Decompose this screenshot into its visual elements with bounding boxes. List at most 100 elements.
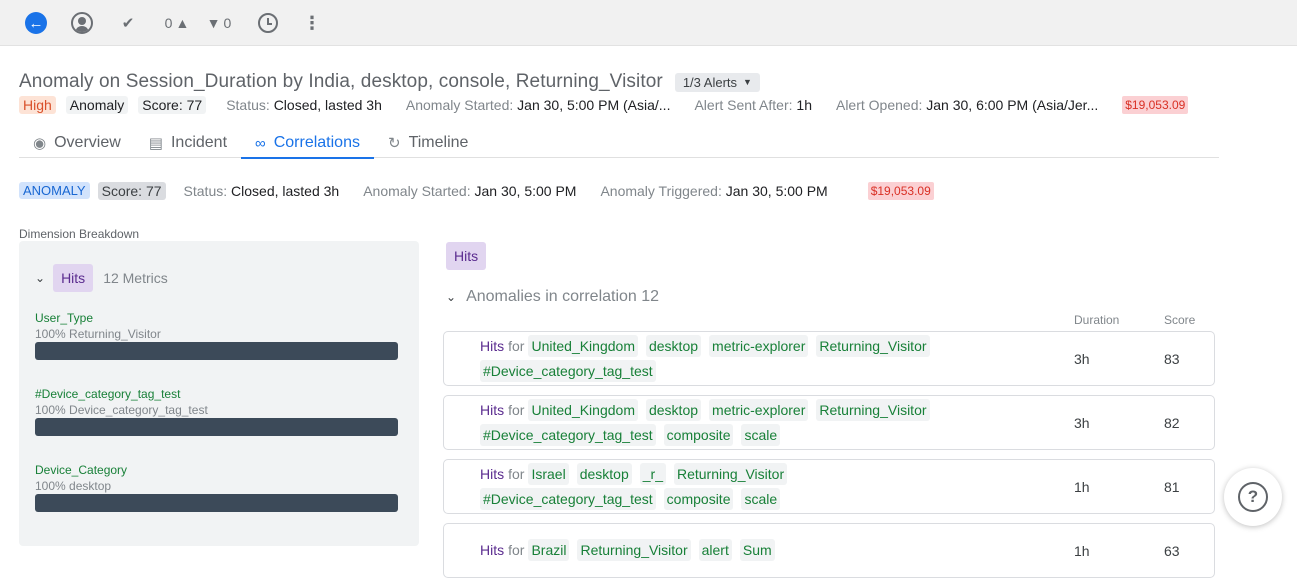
- correlations-header[interactable]: ⌄ Anomalies in correlation 12: [446, 288, 659, 306]
- dimension-name: Device_Category: [35, 463, 128, 477]
- started-label: Anomaly Started:: [405, 97, 514, 113]
- dimension-tag[interactable]: metric-explorer: [709, 399, 809, 421]
- correlation-row[interactable]: Hits for Israel desktop _r_ Returning_Visitor…: [443, 459, 1215, 514]
- dimension-item[interactable]: User_Type 100% Returning_Visitor: [35, 311, 398, 360]
- history-icon: ↻: [387, 135, 401, 152]
- dimension-tag[interactable]: desktop: [645, 399, 702, 421]
- dimension-tag[interactable]: Brazil: [528, 539, 570, 561]
- correlations-heading: Anomalies in correlation 12: [466, 288, 660, 305]
- correlation-tags: Hits for United_Kingdom desktop metric-explo…: [480, 335, 960, 382]
- assign-button[interactable]: ✔: [117, 11, 139, 35]
- severity-badge: High: [19, 96, 56, 114]
- dimension-tag[interactable]: desktop: [576, 463, 632, 485]
- top-toolbar: ← ✔ 0 ▲ ▼ 0 ⋮: [0, 0, 1297, 46]
- dimension-tag[interactable]: scale: [741, 424, 781, 446]
- tab-incident[interactable]: ▤ Incident: [135, 128, 241, 158]
- correlation-duration: 3h: [1074, 351, 1090, 367]
- alerts-dropdown[interactable]: 1/3 Alerts ▼: [674, 72, 760, 92]
- help-button[interactable]: ?: [1224, 468, 1282, 526]
- correlation-for-label: for: [508, 402, 525, 418]
- correlation-row[interactable]: Hits for United_Kingdom desktop metric-explo…: [443, 331, 1215, 386]
- opened-label: Alert Opened:: [835, 97, 923, 113]
- correlation-score: 83: [1164, 351, 1180, 367]
- dimension-tag[interactable]: _r_: [639, 463, 666, 485]
- sent-value: 1h: [796, 97, 812, 113]
- dimension-breakdown-title: Dimension Breakdown: [19, 227, 140, 241]
- link-icon: ∞: [255, 134, 266, 152]
- dimension-tag[interactable]: Returning_Visitor: [816, 335, 930, 357]
- dimension-tag[interactable]: desktop: [645, 335, 702, 357]
- tab-correlations[interactable]: ∞ Correlations: [241, 128, 374, 159]
- tab-bar: ◉ Overview ▤ Incident ∞ Correlations ↻ T…: [19, 128, 1219, 159]
- thumbs-up-icon: ▲: [175, 15, 190, 31]
- dimension-item[interactable]: Device_Category 100% desktop: [35, 463, 398, 512]
- owner-avatar-button[interactable]: [70, 11, 94, 35]
- dimension-value: 100% desktop: [35, 479, 112, 493]
- sub-triggered-value: Jan 30, 5:00 PM: [725, 182, 828, 199]
- dimension-tag[interactable]: scale: [741, 488, 781, 510]
- status-info: Status: Closed, lasted 3h: [226, 97, 382, 113]
- alarm-clock-icon: [258, 13, 278, 33]
- correlation-tags: Hits for United_Kingdom desktop metric-explo…: [480, 399, 960, 446]
- status-label: Status:: [226, 97, 270, 113]
- dimension-tag[interactable]: #Device_category_tag_test: [480, 488, 656, 510]
- dimension-tag[interactable]: alert: [698, 539, 732, 561]
- back-button[interactable]: ←: [24, 11, 48, 35]
- type-badge: Anomaly: [65, 96, 129, 114]
- dimension-tag[interactable]: #Device_category_tag_test: [480, 424, 656, 446]
- dimension-tag[interactable]: United_Kingdom: [528, 399, 638, 421]
- snooze-button[interactable]: [256, 11, 280, 35]
- alerts-dropdown-label: 1/3 Alerts: [682, 74, 738, 90]
- sub-started-value: Jan 30, 5:00 PM: [474, 182, 577, 199]
- dimension-tag[interactable]: Returning_Visitor: [673, 463, 788, 485]
- overview-icon: ◉: [33, 135, 47, 152]
- dimension-tag[interactable]: United_Kingdom: [528, 335, 638, 357]
- dislike-button[interactable]: ▼ 0: [202, 11, 236, 35]
- sub-status-info: Status: Closed, lasted 3h: [184, 183, 340, 199]
- dimension-name: #Device_category_tag_test: [35, 387, 181, 401]
- like-button[interactable]: 0 ▲: [160, 11, 194, 35]
- sent-label: Alert Sent After:: [694, 97, 793, 113]
- chevron-down-icon: ⌄: [446, 290, 457, 304]
- sent-info: Alert Sent After: 1h: [694, 97, 812, 113]
- alert-meta-row: High Anomaly Score: 77 Status: Closed, l…: [19, 95, 1189, 115]
- opened-value: Jan 30, 6:00 PM (Asia/Jer...: [926, 97, 1099, 113]
- correlation-duration: 1h: [1074, 479, 1090, 495]
- dimension-share-bar: [35, 494, 398, 512]
- dimension-value: 100% Device_category_tag_test: [35, 403, 208, 417]
- dimension-tag[interactable]: composite: [663, 488, 734, 510]
- user-avatar-icon: [71, 12, 93, 34]
- dimension-tag[interactable]: Returning_Visitor: [577, 539, 691, 561]
- chevron-down-icon: ⌄: [35, 271, 46, 285]
- dimension-tag[interactable]: Returning_Visitor: [816, 399, 930, 421]
- dimension-tag[interactable]: composite: [663, 424, 734, 446]
- dimension-group-header[interactable]: ⌄ Hits 12 Metrics: [35, 264, 168, 292]
- sub-triggered-label: Anomaly Triggered:: [600, 182, 722, 199]
- help-question-icon: ?: [1238, 482, 1268, 512]
- title-row: Anomaly on Session_Duration by India, de…: [19, 70, 760, 94]
- correlation-metric-tag: Hits: [446, 242, 487, 270]
- like-count: 0: [164, 15, 173, 31]
- more-options-button[interactable]: ⋮: [302, 11, 322, 35]
- correlation-for-label: for: [508, 542, 525, 558]
- dimension-item[interactable]: #Device_category_tag_test 100% Device_ca…: [35, 387, 398, 436]
- sub-started-info: Anomaly Started: Jan 30, 5:00 PM: [363, 183, 576, 199]
- correlation-tags: Hits for Israel desktop _r_ Returning_Visitor…: [480, 463, 960, 510]
- dimension-share-bar: [35, 418, 398, 436]
- sub-triggered-info: Anomaly Triggered: Jan 30, 5:00 PM: [600, 183, 827, 199]
- tab-timeline[interactable]: ↻ Timeline: [374, 128, 482, 158]
- dimension-tag[interactable]: metric-explorer: [709, 335, 809, 357]
- correlation-row[interactable]: Hits for United_Kingdom desktop metric-explo…: [443, 395, 1215, 450]
- dimension-tag[interactable]: Sum: [739, 539, 775, 561]
- started-value: Jan 30, 5:00 PM (Asia/...: [517, 97, 671, 113]
- dimension-tag[interactable]: Israel: [528, 463, 569, 485]
- tab-overview[interactable]: ◉ Overview: [19, 128, 135, 158]
- correlation-for-label: for: [508, 338, 525, 354]
- metrics-count: 12 Metrics: [103, 270, 168, 286]
- dimension-name: User_Type: [35, 311, 94, 325]
- dimension-tag[interactable]: #Device_category_tag_test: [480, 360, 656, 382]
- dimension-metric-tag: Hits: [53, 264, 94, 292]
- sub-started-label: Anomaly Started:: [363, 182, 471, 199]
- correlation-for-label: for: [508, 466, 525, 482]
- correlation-row[interactable]: Hits for Brazil Returning_Visitor alert Sum 1h…: [443, 523, 1215, 578]
